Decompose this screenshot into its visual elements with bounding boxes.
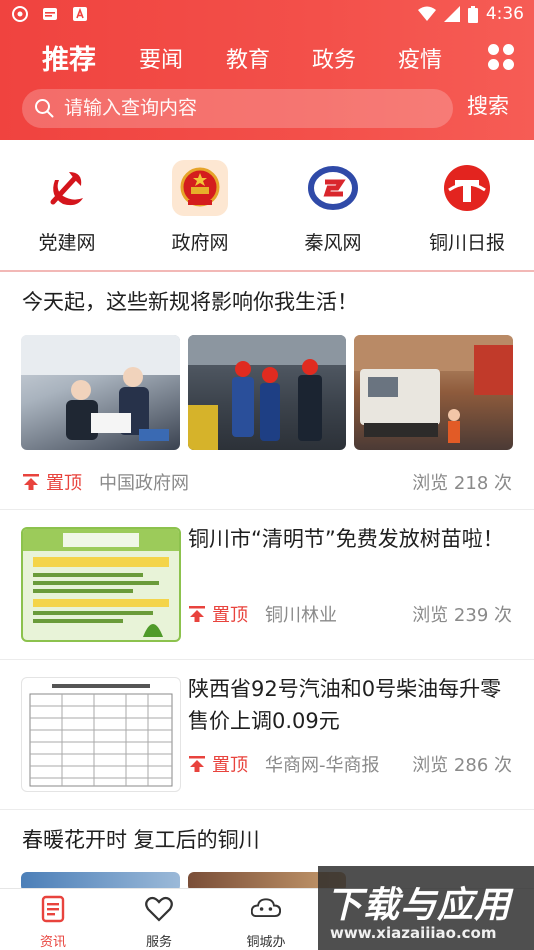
pinned-label: 置顶 xyxy=(212,755,248,776)
pin-top-icon xyxy=(189,756,205,772)
tab-epidemic[interactable]: 疫情 xyxy=(398,42,442,74)
status-time: 4:36 xyxy=(485,4,524,24)
tab-recommend[interactable]: 推荐 xyxy=(42,38,96,77)
message-notification-icon xyxy=(43,8,57,20)
search-icon xyxy=(35,99,54,118)
party-emblem-icon xyxy=(39,160,95,216)
news-title[interactable]: 春暖花开时 复工后的铜川 xyxy=(22,824,522,856)
portal-party-label: 党建网 xyxy=(38,232,96,254)
search-input[interactable] xyxy=(64,95,434,121)
pinned-label: 置顶 xyxy=(212,605,248,626)
more-channels-icon[interactable] xyxy=(488,44,514,70)
tab-government[interactable]: 政务 xyxy=(312,42,356,74)
national-emblem-icon xyxy=(172,160,228,216)
portal-tongchuan-daily[interactable]: 铜川日报 xyxy=(407,160,527,255)
pinned-label: 置顶 xyxy=(46,473,82,494)
search-bar[interactable] xyxy=(22,89,453,128)
news-card[interactable]: 铜川市“清明节”免费发放树苗啦！ 置顶 铜川林业 浏览 239 次 xyxy=(0,510,534,660)
qinfeng-logo-icon xyxy=(305,160,361,216)
news-image[interactable] xyxy=(21,677,181,792)
nav-services[interactable]: 服务 xyxy=(119,895,199,950)
portal-shortcuts: 党建网 政府网 秦风网 铜川日报 xyxy=(0,140,534,272)
portal-party[interactable]: 党建网 xyxy=(7,160,127,255)
nav-city-office-label: 铜城办 xyxy=(246,935,286,950)
news-title[interactable]: 今天起，这些新规将影响你我生活！ xyxy=(22,286,522,318)
portal-government-label: 政府网 xyxy=(171,232,229,254)
news-title[interactable]: 铜川市“清明节”免费发放树苗啦！ xyxy=(188,523,506,555)
view-count: 浏览 218 次 xyxy=(412,473,512,494)
tab-headlines[interactable]: 要闻 xyxy=(139,42,183,74)
news-image[interactable] xyxy=(354,335,513,450)
portal-government[interactable]: 政府网 xyxy=(140,160,260,255)
cloud-icon xyxy=(250,898,282,918)
tongchuan-daily-logo-icon xyxy=(439,160,495,216)
watermark-url: www.xiazaiiiao.com xyxy=(330,924,497,942)
view-count: 浏览 239 次 xyxy=(412,605,512,626)
view-count: 浏览 286 次 xyxy=(412,755,512,776)
pinned-tag: 置顶 xyxy=(188,751,248,777)
watermark-title: 下载与应用 xyxy=(326,885,512,926)
news-image[interactable] xyxy=(188,335,346,450)
pin-top-icon xyxy=(189,606,205,622)
heart-icon xyxy=(145,896,173,922)
app-notification-icon xyxy=(12,6,28,22)
portal-qinfeng[interactable]: 秦风网 xyxy=(273,160,393,255)
news-image[interactable] xyxy=(21,335,180,450)
nav-services-label: 服务 xyxy=(145,935,172,950)
nav-news-label: 资讯 xyxy=(39,935,66,950)
app-header: 4:36 推荐 要闻 教育 政务 疫情 搜索 xyxy=(0,0,534,140)
portal-tongchuan-daily-label: 铜川日报 xyxy=(428,232,505,254)
portal-qinfeng-label: 秦风网 xyxy=(304,232,362,254)
battery-icon xyxy=(467,5,478,23)
news-image[interactable] xyxy=(21,527,181,642)
pinned-tag: 置顶 xyxy=(22,469,82,495)
tab-education[interactable]: 教育 xyxy=(226,42,270,74)
category-tabs: 推荐 要闻 教育 政务 疫情 xyxy=(0,36,534,80)
pinned-tag: 置顶 xyxy=(188,601,248,627)
news-icon xyxy=(41,895,65,923)
news-card[interactable]: 今天起，这些新规将影响你我生活！ 置顶 中国政府网 浏览 218 次 xyxy=(0,274,534,510)
news-title[interactable]: 陕西省92号汽油和0号柴油每升零售价上调0.09元 xyxy=(188,673,518,737)
news-card[interactable]: 陕西省92号汽油和0号柴油每升零售价上调0.09元 置顶 华商网-华商报 浏览 … xyxy=(0,660,534,810)
nav-news[interactable]: 资讯 xyxy=(13,895,93,950)
nav-city-office[interactable]: 铜城办 xyxy=(226,895,306,950)
news-source: 铜川林业 xyxy=(265,605,337,626)
font-notification-icon xyxy=(73,7,87,21)
pin-top-icon xyxy=(23,474,39,490)
status-bar: 4:36 xyxy=(0,0,534,28)
watermark-overlay: 下载与应用 www.xiazaiiiao.com xyxy=(318,866,534,950)
signal-icon xyxy=(443,6,460,22)
news-source: 中国政府网 xyxy=(99,473,189,494)
news-source: 华商网-华商报 xyxy=(265,755,380,776)
search-button[interactable]: 搜索 xyxy=(467,90,509,120)
wifi-icon xyxy=(417,6,436,21)
